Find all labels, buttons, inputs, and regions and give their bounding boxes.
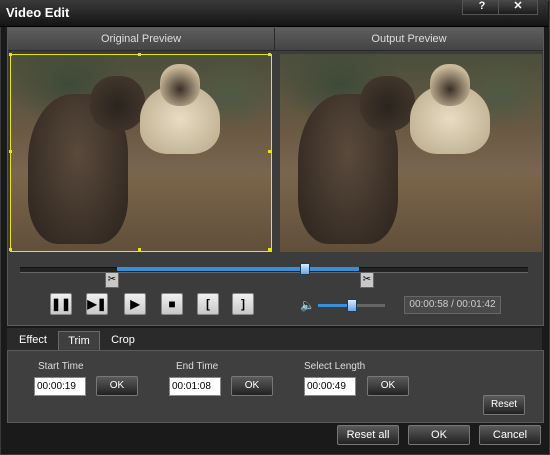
- crop-selection-box[interactable]: [10, 54, 272, 252]
- mark-out-button[interactable]: ]: [232, 293, 254, 315]
- preview-area: Original Preview Output Preview: [7, 27, 544, 326]
- output-preview-header: Output Preview: [275, 28, 543, 51]
- crop-handle[interactable]: [138, 53, 141, 56]
- select-length-ok-button[interactable]: OK: [367, 376, 409, 396]
- reset-all-button[interactable]: Reset all: [337, 425, 399, 445]
- tab-crop[interactable]: Crop: [103, 331, 143, 350]
- crop-handle[interactable]: [268, 150, 271, 153]
- reset-button[interactable]: Reset: [483, 395, 525, 415]
- crop-handle[interactable]: [268, 248, 271, 251]
- cancel-button[interactable]: Cancel: [479, 425, 541, 445]
- output-preview: [280, 54, 542, 252]
- start-time-label: Start Time: [38, 361, 84, 372]
- timeline-selection: [117, 267, 359, 271]
- end-time-label: End Time: [176, 361, 219, 372]
- window-title: Video Edit: [6, 5, 70, 20]
- speaker-icon[interactable]: 🔈: [300, 298, 315, 312]
- trim-panel: [7, 350, 544, 423]
- end-time-ok-button[interactable]: OK: [231, 376, 273, 396]
- start-time-ok-button[interactable]: OK: [96, 376, 138, 396]
- crop-handle[interactable]: [138, 248, 141, 251]
- crop-handle[interactable]: [268, 53, 271, 56]
- start-time-field[interactable]: [34, 377, 86, 396]
- original-preview-header: Original Preview: [8, 28, 275, 51]
- volume-thumb[interactable]: [347, 299, 357, 312]
- play-clip-button[interactable]: ▶: [124, 293, 146, 315]
- tab-trim[interactable]: Trim: [58, 331, 100, 351]
- help-button[interactable]: ?: [462, 0, 502, 15]
- pause-button[interactable]: ❚❚: [50, 293, 72, 315]
- time-display: 00:00:58 / 00:01:42: [404, 296, 501, 314]
- next-frame-button[interactable]: ▶❚: [86, 293, 108, 315]
- stop-button[interactable]: ■: [161, 293, 183, 315]
- close-button[interactable]: ✕: [498, 0, 538, 15]
- scissor-icon[interactable]: ✂: [360, 272, 374, 288]
- tab-effect[interactable]: Effect: [13, 331, 53, 350]
- select-length-field[interactable]: [304, 377, 356, 396]
- crop-handle[interactable]: [9, 53, 12, 56]
- scissor-icon[interactable]: ✂: [105, 272, 119, 288]
- crop-handle[interactable]: [9, 150, 12, 153]
- select-length-label: Select Length: [304, 361, 366, 372]
- ok-button[interactable]: OK: [408, 425, 470, 445]
- title-bar: Video Edit ? ✕: [0, 0, 548, 27]
- mark-in-button[interactable]: [: [197, 293, 219, 315]
- end-time-field[interactable]: [169, 377, 221, 396]
- crop-handle[interactable]: [9, 248, 12, 251]
- timeline-playhead[interactable]: [300, 263, 310, 275]
- edit-tabs: Effect Trim Crop: [7, 328, 542, 351]
